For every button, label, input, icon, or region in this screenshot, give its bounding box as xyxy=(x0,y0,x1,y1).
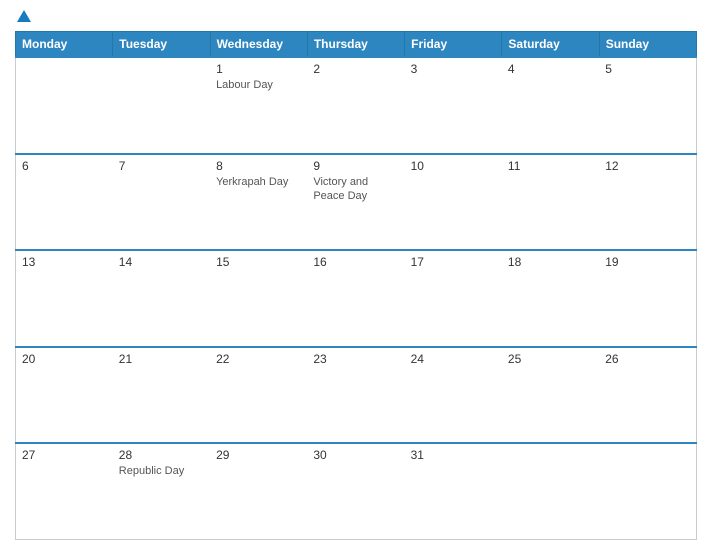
day-number: 7 xyxy=(119,159,204,173)
day-number: 31 xyxy=(411,448,496,462)
holiday-label: Republic Day xyxy=(119,464,204,478)
calendar-cell xyxy=(502,443,599,540)
calendar-cell: 20 xyxy=(16,347,113,444)
day-number: 9 xyxy=(313,159,398,173)
calendar-week-row: 1 Labour Day 2345 xyxy=(16,57,697,154)
calendar-week-row: 20 21 22 23 24 25 26 xyxy=(16,347,697,444)
calendar-cell: 2 xyxy=(307,57,404,154)
day-number: 23 xyxy=(313,352,398,366)
day-number: 26 xyxy=(605,352,690,366)
holiday-label: Labour Day xyxy=(216,78,301,92)
day-number: 5 xyxy=(605,62,690,76)
day-number: 24 xyxy=(411,352,496,366)
calendar-cell xyxy=(16,57,113,154)
logo xyxy=(15,10,31,23)
calendar-cell: 6 xyxy=(16,154,113,251)
day-number: 4 xyxy=(508,62,593,76)
day-number: 22 xyxy=(216,352,301,366)
day-number: 6 xyxy=(22,159,107,173)
calendar-cell xyxy=(599,443,696,540)
calendar-cell: 17 xyxy=(405,250,502,347)
calendar-cell: 9 Victory and Peace Day xyxy=(307,154,404,251)
calendar-week-row: 13 14 15 16 17 18 19 xyxy=(16,250,697,347)
calendar-cell: 29 xyxy=(210,443,307,540)
day-number: 2 xyxy=(313,62,398,76)
day-number: 15 xyxy=(216,255,301,269)
calendar-cell: 1 Labour Day xyxy=(210,57,307,154)
day-number: 13 xyxy=(22,255,107,269)
calendar-cell: 4 xyxy=(502,57,599,154)
day-number: 19 xyxy=(605,255,690,269)
holiday-label: Yerkrapah Day xyxy=(216,175,301,189)
calendar-cell: 8 Yerkrapah Day xyxy=(210,154,307,251)
calendar-cell: 16 xyxy=(307,250,404,347)
calendar-cell: 3 xyxy=(405,57,502,154)
calendar-cell: 23 xyxy=(307,347,404,444)
calendar-cell: 10 xyxy=(405,154,502,251)
day-number: 30 xyxy=(313,448,398,462)
day-number: 29 xyxy=(216,448,301,462)
calendar-cell: 15 xyxy=(210,250,307,347)
calendar-cell: 27 xyxy=(16,443,113,540)
calendar-cell: 30 xyxy=(307,443,404,540)
day-number: 1 xyxy=(216,62,301,76)
day-number: 3 xyxy=(411,62,496,76)
calendar-cell: 7 xyxy=(113,154,210,251)
day-number: 17 xyxy=(411,255,496,269)
header-day-monday: Monday xyxy=(16,32,113,58)
calendar-header-row: MondayTuesdayWednesdayThursdayFridaySatu… xyxy=(16,32,697,58)
calendar-week-row: 678 Yerkrapah Day 9 Victory and Peace Day 10… xyxy=(16,154,697,251)
day-number: 20 xyxy=(22,352,107,366)
calendar-cell xyxy=(113,57,210,154)
calendar-cell: 14 xyxy=(113,250,210,347)
calendar-cell: 24 xyxy=(405,347,502,444)
calendar-week-row: 27 28 Republic Day 29 30 31 xyxy=(16,443,697,540)
calendar-cell: 12 xyxy=(599,154,696,251)
day-number: 16 xyxy=(313,255,398,269)
day-number: 10 xyxy=(411,159,496,173)
header-day-friday: Friday xyxy=(405,32,502,58)
day-number: 21 xyxy=(119,352,204,366)
header xyxy=(15,10,697,23)
calendar-cell: 13 xyxy=(16,250,113,347)
day-number: 28 xyxy=(119,448,204,462)
header-day-sunday: Sunday xyxy=(599,32,696,58)
holiday-label: Victory and Peace Day xyxy=(313,175,398,204)
header-day-thursday: Thursday xyxy=(307,32,404,58)
day-number: 11 xyxy=(508,159,593,173)
day-number: 25 xyxy=(508,352,593,366)
calendar-cell: 5 xyxy=(599,57,696,154)
day-number: 14 xyxy=(119,255,204,269)
logo-triangle-icon xyxy=(17,10,31,22)
calendar-table: MondayTuesdayWednesdayThursdayFridaySatu… xyxy=(15,31,697,540)
calendar-cell: 28 Republic Day xyxy=(113,443,210,540)
day-number: 27 xyxy=(22,448,107,462)
calendar-cell: 26 xyxy=(599,347,696,444)
calendar-cell: 11 xyxy=(502,154,599,251)
header-day-wednesday: Wednesday xyxy=(210,32,307,58)
day-number: 12 xyxy=(605,159,690,173)
day-number: 18 xyxy=(508,255,593,269)
calendar-cell: 25 xyxy=(502,347,599,444)
header-day-saturday: Saturday xyxy=(502,32,599,58)
calendar-cell: 22 xyxy=(210,347,307,444)
header-day-tuesday: Tuesday xyxy=(113,32,210,58)
calendar-page: MondayTuesdayWednesdayThursdayFridaySatu… xyxy=(0,0,712,550)
calendar-cell: 31 xyxy=(405,443,502,540)
day-number: 8 xyxy=(216,159,301,173)
calendar-cell: 19 xyxy=(599,250,696,347)
calendar-cell: 18 xyxy=(502,250,599,347)
calendar-cell: 21 xyxy=(113,347,210,444)
